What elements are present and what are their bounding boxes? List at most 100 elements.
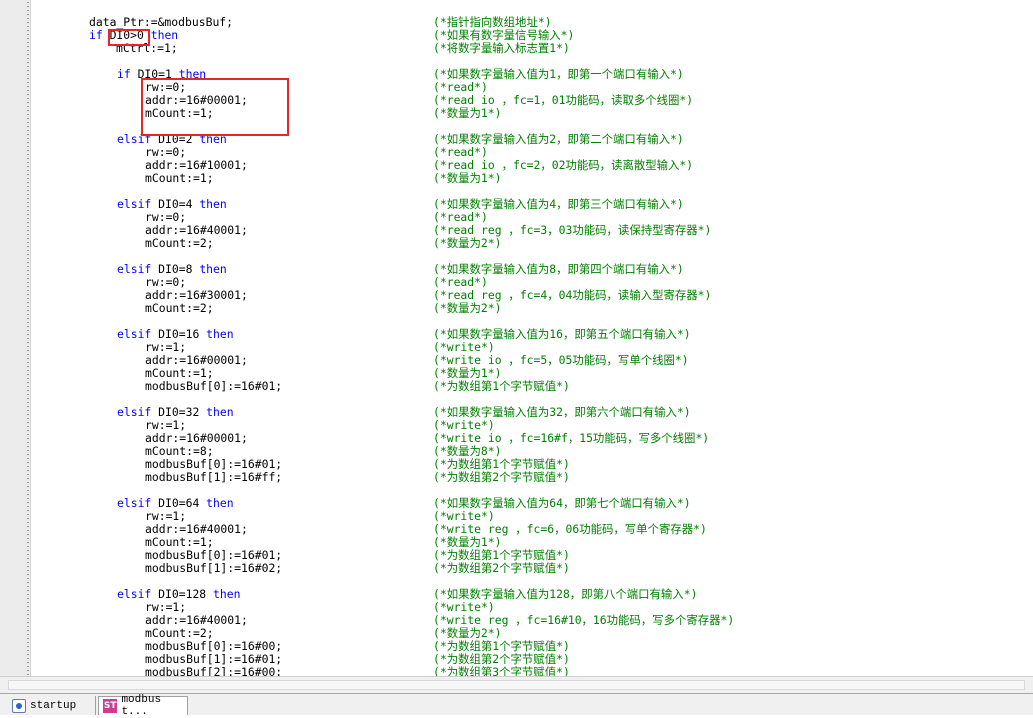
gutter-dot bbox=[27, 562, 29, 563]
gutter-dot bbox=[27, 166, 29, 167]
gutter-dot bbox=[27, 630, 29, 631]
gutter-dot bbox=[27, 362, 29, 363]
keyword: then bbox=[206, 496, 234, 510]
gutter-dot bbox=[27, 446, 29, 447]
keyword: then bbox=[206, 405, 234, 419]
gutter-dot bbox=[27, 126, 29, 127]
gutter-dot bbox=[27, 458, 29, 459]
gutter-dot bbox=[27, 518, 29, 519]
gutter-dot bbox=[27, 534, 29, 535]
gutter-dot bbox=[27, 226, 29, 227]
gutter-dot bbox=[27, 578, 29, 579]
keyword: elsif bbox=[117, 327, 152, 341]
gutter-dot bbox=[27, 138, 29, 139]
gutter-dot bbox=[27, 554, 29, 555]
gutter-dot bbox=[27, 330, 29, 331]
gutter-dot bbox=[27, 474, 29, 475]
gutter-dot bbox=[27, 246, 29, 247]
gutter-dot bbox=[27, 610, 29, 611]
gutter-dot bbox=[27, 238, 29, 239]
gutter-dot bbox=[27, 490, 29, 491]
gutter-dot bbox=[27, 342, 29, 343]
keyword: elsif bbox=[117, 496, 152, 510]
gutter-dot bbox=[27, 546, 29, 547]
gutter-dot bbox=[27, 142, 29, 143]
gutter-dot bbox=[27, 162, 29, 163]
gutter-dot bbox=[27, 194, 29, 195]
gutter-dot bbox=[27, 58, 29, 59]
gutter-dot bbox=[27, 66, 29, 67]
gutter-dot bbox=[27, 70, 29, 71]
gutter-dot bbox=[27, 514, 29, 515]
code-comment: (*为数组第2个字节赋值*) bbox=[433, 561, 570, 575]
gutter-dot bbox=[27, 290, 29, 291]
gutter-dot bbox=[27, 450, 29, 451]
condition: DI0=32 bbox=[151, 405, 207, 419]
gutter-dot bbox=[27, 34, 29, 35]
code-comment: (*数量为1*) bbox=[433, 171, 502, 185]
gutter-dot bbox=[27, 498, 29, 499]
gutter-dot bbox=[27, 190, 29, 191]
code-line: mCount:=2; bbox=[145, 236, 214, 250]
condition: DI0=64 bbox=[151, 496, 207, 510]
gutter-dot bbox=[27, 258, 29, 259]
gutter-dot bbox=[27, 130, 29, 131]
code-editor[interactable]: data_Ptr:=&modbusBuf; (*指针指向数组地址*) if DI0>… bbox=[0, 0, 1033, 676]
gutter-dot bbox=[27, 106, 29, 107]
tab-modbus[interactable]: ST modbus t... bbox=[98, 694, 188, 718]
horizontal-scrollbar[interactable] bbox=[0, 676, 1033, 693]
gutter-dot bbox=[27, 286, 29, 287]
condition: DI0=128 bbox=[151, 587, 214, 601]
condition: DI0=8 bbox=[151, 262, 200, 276]
gutter-dot bbox=[27, 278, 29, 279]
gutter-dot bbox=[27, 306, 29, 307]
gutter-dot bbox=[27, 202, 29, 203]
gutter-dot bbox=[27, 322, 29, 323]
gutter-dot bbox=[27, 494, 29, 495]
tab-modbus-label: modbus t... bbox=[121, 694, 162, 718]
gutter-dot bbox=[27, 642, 29, 643]
gutter-dot bbox=[27, 178, 29, 179]
gutter-dot bbox=[27, 426, 29, 427]
gutter-dot bbox=[27, 242, 29, 243]
gutter-dot bbox=[27, 90, 29, 91]
scrollbar-thumb[interactable] bbox=[8, 680, 1025, 690]
gutter-dot bbox=[27, 618, 29, 619]
gutter-dot bbox=[27, 370, 29, 371]
st-icon: ST bbox=[103, 699, 118, 713]
gutter-dot bbox=[27, 294, 29, 295]
gutter-dot bbox=[27, 22, 29, 23]
gutter-dot bbox=[27, 650, 29, 651]
gutter-dot bbox=[27, 486, 29, 487]
gutter-dot bbox=[27, 298, 29, 299]
gutter-dot bbox=[27, 598, 29, 599]
condition: DI0=4 bbox=[151, 197, 200, 211]
gutter-dot bbox=[27, 430, 29, 431]
gutter-dot bbox=[27, 318, 29, 319]
gutter-dot bbox=[27, 574, 29, 575]
gutter-dot bbox=[27, 254, 29, 255]
gutter-dot bbox=[27, 122, 29, 123]
gutter-dot bbox=[27, 570, 29, 571]
gutter-dot bbox=[27, 30, 29, 31]
gutter-dot bbox=[27, 590, 29, 591]
gutter-dot bbox=[27, 670, 29, 671]
gutter-dot bbox=[27, 134, 29, 135]
keyword: then bbox=[199, 197, 227, 211]
gutter-dot bbox=[27, 210, 29, 211]
code-comment: (*为数组第2个字节赋值*) bbox=[433, 470, 570, 484]
tab-bar: startup ST modbus t... bbox=[0, 693, 1033, 718]
code-comment: (*为数组第1个字节赋值*) bbox=[433, 379, 570, 393]
tab-startup[interactable]: startup bbox=[8, 696, 96, 715]
gutter-dot bbox=[27, 74, 29, 75]
gutter-dot bbox=[27, 310, 29, 311]
keyword: then bbox=[213, 587, 241, 601]
gutter-dot bbox=[27, 410, 29, 411]
gutter-dot bbox=[27, 270, 29, 271]
gutter-dot bbox=[27, 10, 29, 11]
gutter-dot bbox=[27, 222, 29, 223]
gutter-dot bbox=[27, 442, 29, 443]
gutter-dot bbox=[27, 266, 29, 267]
gutter-dot bbox=[27, 302, 29, 303]
gutter-dot bbox=[27, 622, 29, 623]
